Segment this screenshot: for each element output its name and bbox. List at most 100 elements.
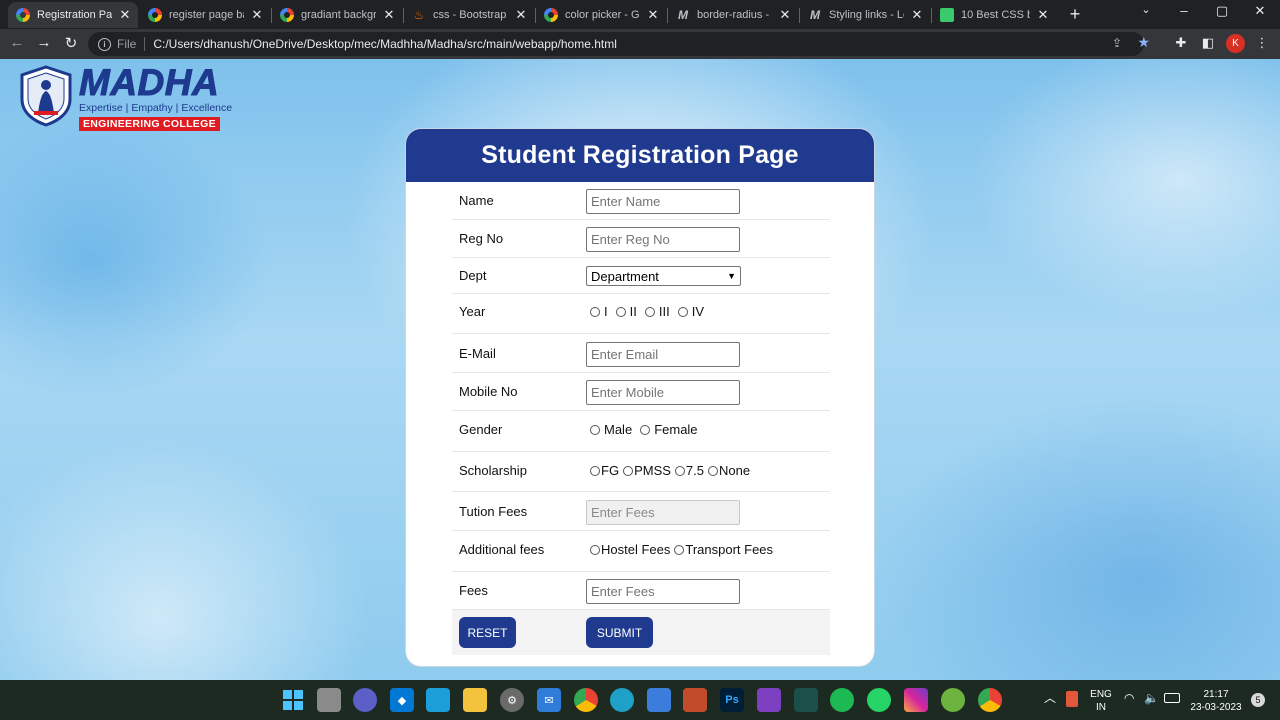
hostel-fees-option[interactable]: Hostel Fees (590, 542, 670, 557)
dept-select[interactable]: Department ▼ (586, 266, 741, 286)
filmora-icon[interactable] (794, 688, 818, 712)
windows-start-icon[interactable] (281, 688, 305, 712)
scholarship-option-pmss[interactable]: PMSS (623, 463, 671, 478)
chevron-up-icon[interactable]: ︿ (1044, 692, 1056, 705)
edge-icon[interactable] (610, 688, 634, 712)
radio-button[interactable] (590, 544, 600, 555)
file-explorer-icon[interactable] (463, 688, 487, 712)
minimize-button[interactable]: – (1174, 3, 1194, 18)
close-icon[interactable]: ✕ (118, 7, 132, 23)
scholarship-option-fg[interactable]: FG (590, 463, 619, 478)
profile-avatar[interactable]: K (1226, 34, 1245, 53)
side-panel-icon[interactable]: ◧ (1199, 35, 1217, 51)
notification-badge[interactable]: 5 (1251, 693, 1265, 707)
media-app-icon[interactable] (683, 688, 707, 712)
email-field[interactable] (586, 342, 740, 367)
tab-search-icon[interactable]: ⌄ (1136, 3, 1156, 16)
reload-icon[interactable]: ↻ (62, 34, 80, 52)
url-text[interactable]: C:/Users/dhanush/OneDrive/Desktop/mec/Ma… (153, 37, 617, 51)
year-label: Year (459, 304, 486, 319)
radio-button[interactable] (590, 465, 600, 476)
lang-line-1: ENG (1090, 689, 1112, 700)
wifi-icon[interactable]: ◠ (1124, 692, 1134, 705)
radio-button[interactable] (590, 306, 600, 317)
tab-border-radius[interactable]: M border-radius - C ✕ (668, 2, 798, 28)
year-option-iii[interactable]: III (644, 304, 670, 319)
scholarship-option-none[interactable]: None (707, 463, 750, 478)
bookmark-star-icon[interactable]: ★ (1137, 34, 1150, 51)
volume-icon[interactable]: 🔈 (1144, 692, 1159, 705)
tab-color-picker[interactable]: color picker - Goo ✕ (536, 2, 666, 28)
close-icon[interactable]: ✕ (250, 7, 264, 23)
radio-button[interactable] (677, 306, 688, 317)
battery-icon[interactable] (1164, 693, 1180, 703)
reset-button[interactable]: RESET (459, 617, 516, 648)
gender-option-male[interactable]: Male (590, 422, 632, 437)
chrome-icon[interactable] (574, 688, 598, 712)
maximize-button[interactable]: ▢ (1212, 3, 1232, 19)
radio-button[interactable] (590, 424, 600, 435)
mobile-input[interactable] (586, 380, 740, 405)
window-close-button[interactable]: ✕ (1250, 3, 1270, 19)
close-icon[interactable]: ✕ (646, 7, 660, 23)
year-option-iv[interactable]: IV (677, 304, 704, 319)
store-icon[interactable] (647, 688, 671, 712)
year-option-i[interactable]: I (590, 304, 608, 319)
year-option-ii[interactable]: II (615, 304, 637, 319)
new-tab-button[interactable]: + (1066, 4, 1084, 25)
scholarship-option-7-5[interactable]: 7.5 (674, 463, 704, 478)
share-icon[interactable]: ⇪ (1112, 36, 1122, 50)
transport-fees-option[interactable]: Transport Fees (674, 542, 773, 557)
clipchamp-icon[interactable] (757, 688, 781, 712)
extensions-puzzle-icon[interactable]: ✚ (1172, 35, 1190, 51)
tab-best-css-buttons[interactable]: 10 Best CSS butto ✕ (932, 2, 1056, 28)
page-viewport: MADHA Expertise | Empathy | Excellence E… (0, 59, 1280, 680)
gender-option-female[interactable]: Female (640, 422, 698, 437)
tab-css-bootstrap[interactable]: ♨ css - Bootstrap re ✕ (404, 2, 534, 28)
desktop-app-icon[interactable] (426, 688, 450, 712)
tab-registration-page[interactable]: Registration Page ✕ (8, 2, 138, 28)
whatsapp-icon[interactable] (867, 688, 891, 712)
teams-chat-icon[interactable] (353, 688, 377, 712)
form-row-dept: Dept Department ▼ (452, 258, 830, 294)
tab-register-page-back[interactable]: register page back ✕ (140, 2, 270, 28)
close-icon[interactable]: ✕ (1036, 7, 1050, 23)
chrome-profile-icon[interactable] (978, 688, 1002, 712)
photoshop-icon[interactable]: Ps (720, 688, 744, 712)
radio-button[interactable] (674, 544, 685, 555)
radio-button[interactable] (615, 306, 626, 317)
name-input[interactable] (586, 189, 740, 214)
language-indicator[interactable]: ENG IN (1088, 688, 1114, 714)
additional-fees-checkbox-group: Hostel Fees Transport Fees (590, 542, 777, 557)
radio-button[interactable] (623, 465, 634, 476)
radio-button[interactable] (644, 306, 655, 317)
close-icon[interactable]: ✕ (382, 7, 396, 23)
radio-button[interactable] (707, 465, 718, 476)
spring-tool-icon[interactable] (941, 688, 965, 712)
forward-arrow-icon[interactable]: → (35, 34, 53, 51)
tab-styling-links[interactable]: M Styling links - Lea ✕ (800, 2, 930, 28)
menu-kebab-icon[interactable]: ⋮ (1253, 35, 1271, 51)
name-label: Name (459, 193, 494, 208)
close-icon[interactable]: ✕ (910, 7, 924, 23)
mail-icon[interactable]: ✉ (537, 688, 561, 712)
regno-input[interactable] (586, 227, 740, 252)
back-arrow-icon[interactable]: ← (8, 34, 26, 51)
office-icon[interactable] (1066, 691, 1078, 707)
close-icon[interactable]: ✕ (514, 7, 528, 23)
spotify-icon[interactable] (830, 688, 854, 712)
radio-button[interactable] (674, 465, 685, 476)
vscode-icon[interactable]: ◆ (390, 688, 414, 712)
radio-button[interactable] (640, 424, 651, 435)
instagram-icon[interactable] (904, 688, 928, 712)
task-view-icon[interactable] (317, 688, 341, 712)
settings-gear-icon[interactable]: ⚙ (500, 688, 524, 712)
tab-gradiant-background[interactable]: gradiant backgrou ✕ (272, 2, 402, 28)
info-icon[interactable]: i (98, 37, 111, 51)
submit-button[interactable]: SUBMIT (586, 617, 653, 648)
globe-icon (16, 8, 30, 22)
fees-input[interactable] (586, 579, 740, 604)
close-icon[interactable]: ✕ (778, 7, 792, 23)
address-bar[interactable]: i File C:/Users/dhanush/OneDrive/Desktop… (88, 32, 1150, 56)
clock[interactable]: 21:17 23-03-2023 (1188, 688, 1244, 714)
